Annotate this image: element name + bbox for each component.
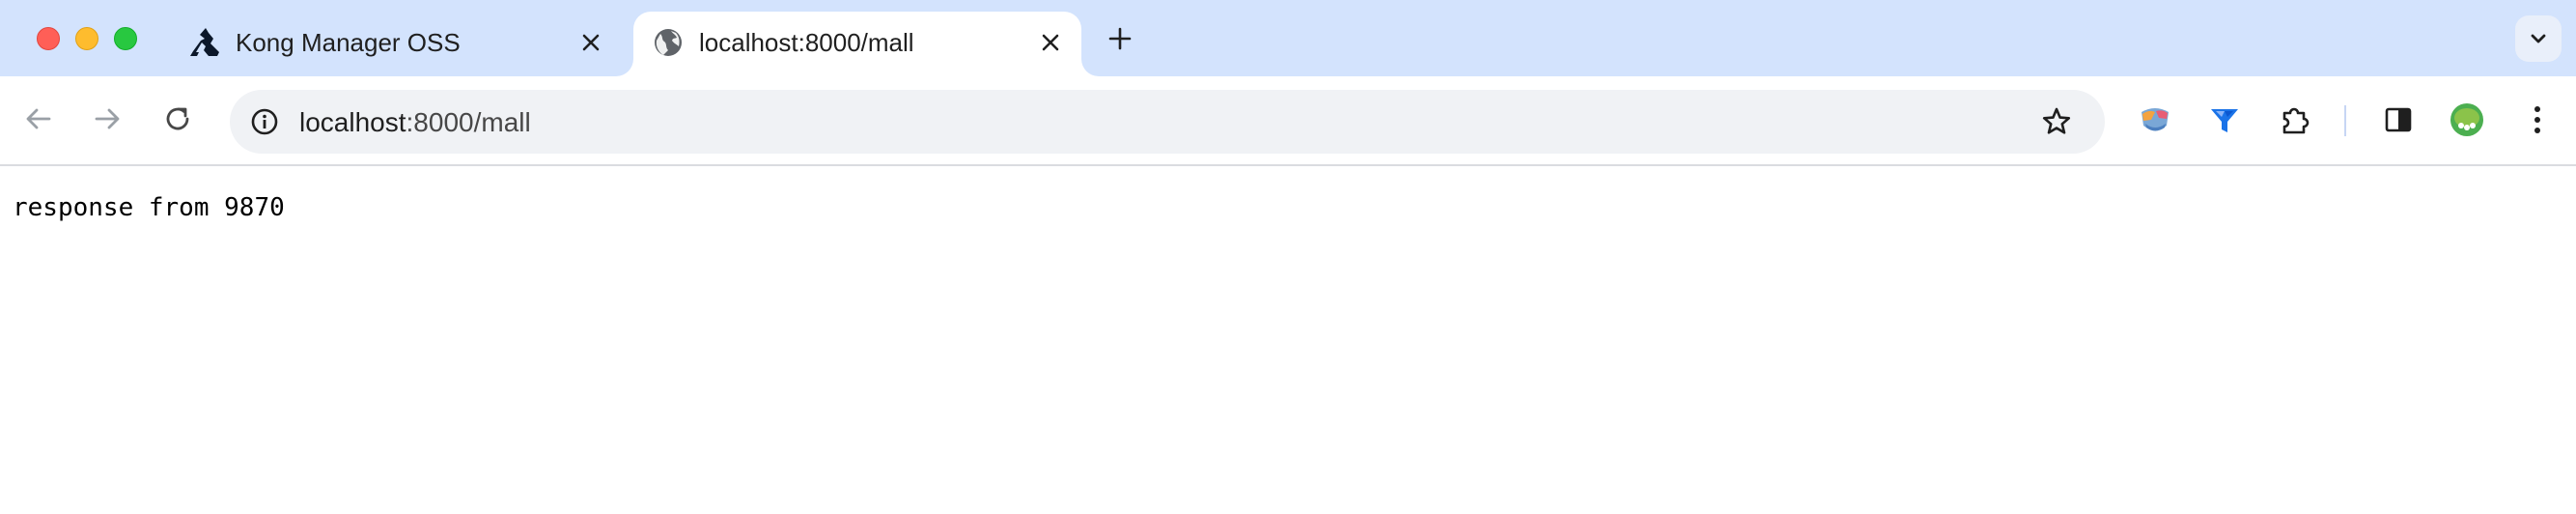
toolbar-separator [2344,105,2346,136]
tab-strip: Kong Manager OSS localhost:8000/mall [0,0,2576,76]
url-text[interactable]: localhost:8000/mall [299,107,531,138]
puzzle-icon[interactable] [2276,100,2314,139]
tab-localhost-mall[interactable]: localhost:8000/mall [633,12,1081,76]
browser-toolbar: localhost:8000/mall [0,76,2576,166]
blue-funnel-extension-icon[interactable] [2205,100,2244,139]
url-host: localhost [299,107,406,137]
more-vert-icon[interactable] [2518,100,2557,139]
browser-window: Kong Manager OSS localhost:8000/mall loc… [0,0,2576,514]
window-zoom-button[interactable] [114,27,137,50]
colorful-globe-extension-icon[interactable] [2136,100,2174,139]
reload-icon [166,107,189,130]
close-icon[interactable] [575,27,606,58]
url-rest: :8000/mall [406,107,531,137]
side-panel-icon[interactable] [2379,100,2418,139]
site-info-icon[interactable] [245,102,284,141]
window-minimize-button[interactable] [75,27,98,50]
reload-button[interactable] [158,100,197,138]
tab-kong-manager[interactable]: Kong Manager OSS [170,12,628,76]
profile-avatar-icon[interactable] [2448,100,2486,139]
page-content: response from 9870 [0,166,2576,514]
tab-title: Kong Manager OSS [236,28,461,57]
plus-icon [1108,27,1132,50]
close-icon[interactable] [1035,27,1066,58]
address-bar[interactable]: localhost:8000/mall [230,90,2105,154]
bookmark-star-icon[interactable] [2037,102,2076,141]
arrow-right-icon [95,108,120,129]
chevron-down-icon [2531,34,2546,43]
tab-search-button[interactable] [2515,15,2562,62]
arrow-left-icon [26,108,51,129]
back-button[interactable] [19,100,58,138]
forward-button[interactable] [88,100,126,138]
tab-title: localhost:8000/mall [699,28,914,57]
response-body-text: response from 9870 [13,193,285,222]
window-close-button[interactable] [37,27,60,50]
kong-logo-icon [187,25,222,60]
globe-icon [651,25,686,60]
new-tab-button[interactable] [1103,21,1137,56]
